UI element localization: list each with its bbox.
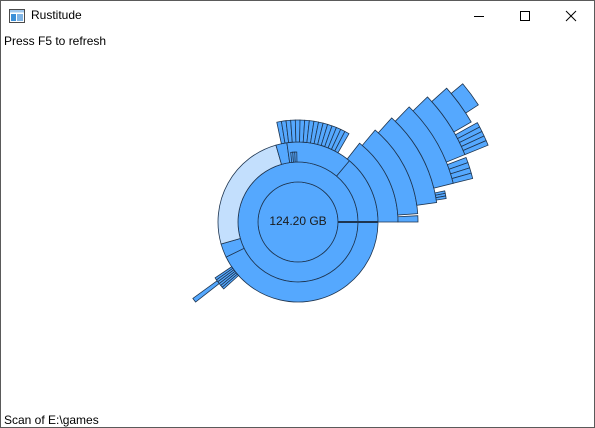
sunburst-segments[interactable]: [192, 83, 489, 303]
sunburst-chart[interactable]: 124.20 GB: [1, 1, 594, 427]
app-window: Rustitude Press F5 to refresh 124.20 GB …: [0, 0, 595, 428]
sunburst-segment[interactable]: [397, 215, 419, 223]
total-size-label: 124.20 GB: [269, 214, 326, 228]
sunburst-segment[interactable]: [294, 151, 298, 163]
status-bar-text: Scan of E:\games: [4, 413, 99, 427]
sunburst-segment[interactable]: [192, 280, 220, 303]
